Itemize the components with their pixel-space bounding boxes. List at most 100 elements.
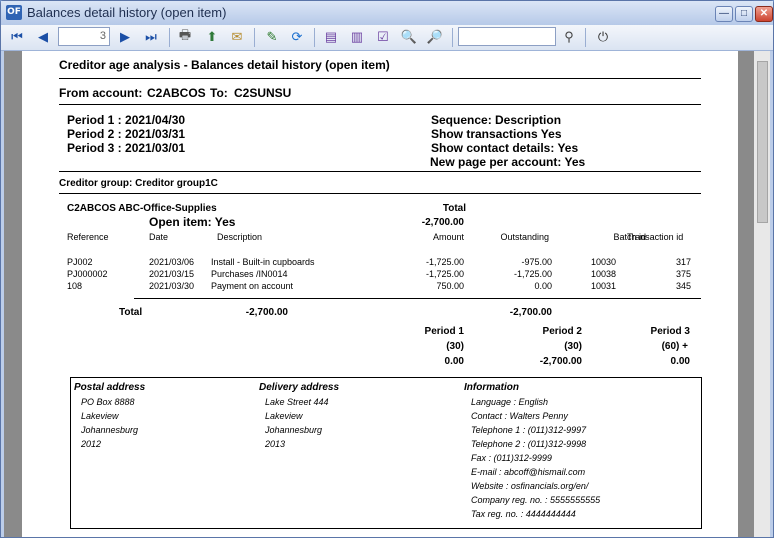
search-icon[interactable]: ⚲ — [560, 28, 578, 46]
search-input[interactable] — [458, 27, 556, 46]
row-outstanding: -975.00 — [521, 257, 552, 267]
separator — [585, 28, 586, 47]
postal-line: 2012 — [81, 439, 102, 449]
row-amount: 750.00 — [436, 281, 464, 291]
next-page-icon[interactable]: ▶ — [116, 28, 134, 46]
information-line: Contact : Walters Penny — [471, 411, 568, 421]
period-2: Period 2 : 2021/03/31 — [67, 127, 186, 141]
postal-line: PO Box 8888 — [81, 397, 135, 407]
divider — [59, 171, 701, 172]
total-label: Total — [119, 307, 143, 318]
divider — [59, 104, 701, 105]
divider — [59, 193, 701, 194]
row-transaction: 375 — [675, 269, 691, 279]
toolbar: ⏮ ◀ 3 ▶ ⏭ 🖶 ⬆ ✉ ✎ ⟳ ▤ ▥ ☑ 🔍 🔎 ⚲ ⏻ — [1, 25, 773, 51]
delivery-line: Lakeview — [265, 411, 303, 421]
power-icon[interactable]: ⏻ — [594, 28, 612, 46]
row-outstanding: -1,725.00 — [513, 269, 552, 279]
print-icon[interactable]: 🖶 — [176, 27, 194, 46]
separator — [169, 28, 170, 47]
information-line: Company reg. no. : 5555555555 — [471, 495, 601, 505]
separator — [254, 28, 255, 47]
row-outstanding: 0.00 — [534, 281, 552, 291]
postal-line: Johannesburg — [81, 425, 139, 435]
minimize-button[interactable]: — — [715, 6, 733, 22]
previous-page-icon[interactable]: ◀ — [34, 28, 52, 46]
row-date: 2021/03/15 — [149, 269, 195, 279]
report-heading: Creditor age analysis - Balances detail … — [59, 58, 390, 72]
row-amount: -1,725.00 — [425, 257, 464, 267]
title-bar[interactable]: OF Balances detail history (open item) —… — [1, 1, 773, 26]
aging-label-1: Period 1 — [424, 326, 464, 337]
delivery-address-title: Delivery address — [259, 382, 340, 393]
aging-days-1: (30) — [446, 341, 464, 352]
row-date: 2021/03/06 — [149, 257, 195, 267]
from-value: C2ABCOS — [147, 86, 206, 100]
zoom-in-icon[interactable]: 🔎 — [426, 28, 444, 46]
design-icon[interactable]: ✎ — [263, 28, 281, 46]
divider — [59, 78, 701, 79]
row-transaction: 345 — [675, 281, 691, 291]
option-show-contact: Show contact details: Yes — [431, 141, 579, 155]
aging-days-3: (60) + — [661, 341, 688, 352]
row-reference: 108 — [67, 281, 83, 291]
last-page-icon[interactable]: ⏭ — [142, 28, 160, 46]
maximize-button[interactable]: □ — [735, 6, 753, 22]
column-reference: Reference — [67, 232, 109, 242]
row-batch: 10030 — [590, 257, 616, 267]
information-line: Fax : (011)312-9999 — [471, 453, 552, 463]
row-reference: PJ000002 — [67, 269, 108, 279]
information-line: E-mail : abcoff@hismail.com — [471, 467, 586, 477]
row-description: Purchases /IN0014 — [211, 269, 288, 279]
option-show-transactions: Show transactions Yes — [431, 127, 562, 141]
row-reference: PJ002 — [67, 257, 93, 267]
total-header: Total — [442, 203, 466, 214]
option-sequence: Sequence: Description — [431, 113, 562, 127]
row-description: Payment on account — [211, 281, 294, 291]
aging-days-2: (30) — [564, 341, 582, 352]
to-value: C2SUNSU — [234, 86, 292, 100]
account-total: -2,700.00 — [421, 217, 464, 228]
information-line: Telephone 1 : (011)312-9997 — [471, 425, 587, 435]
row-amount: -1,725.00 — [425, 269, 464, 279]
window-title: Balances detail history (open item) — [27, 5, 227, 20]
email-icon[interactable]: ✉ — [228, 28, 246, 46]
export-icon[interactable]: ⬆ — [203, 28, 221, 46]
report-page: Creditor age analysis - Balances detail … — [22, 51, 738, 537]
aging-value-2: -2,700.00 — [539, 356, 582, 367]
whole-page-icon[interactable]: ☑ — [374, 28, 392, 46]
separator — [452, 28, 453, 47]
page-number-input[interactable]: 3 — [58, 27, 110, 46]
row-transaction: 317 — [675, 257, 691, 267]
zoom-out-icon[interactable]: 🔍 — [400, 28, 418, 46]
postal-address-title: Postal address — [74, 382, 146, 393]
period-3: Period 3 : 2021/03/01 — [67, 141, 186, 155]
refresh-icon[interactable]: ⟳ — [288, 28, 306, 46]
open-item: Open item: Yes — [149, 215, 236, 229]
total-outstanding: -2,700.00 — [509, 307, 552, 318]
postal-line: Lakeview — [81, 411, 119, 421]
aging-label-2: Period 2 — [542, 326, 582, 337]
report-window: OF Balances detail history (open item) —… — [0, 0, 774, 538]
report-viewer[interactable]: Creditor age analysis - Balances detail … — [4, 51, 770, 537]
information-title: Information — [464, 382, 519, 393]
aging-value-3: 0.00 — [670, 356, 690, 367]
page-width-icon[interactable]: ▥ — [348, 28, 366, 46]
aging-value-1: 0.00 — [444, 356, 464, 367]
column-transaction: Transaction id — [627, 232, 684, 242]
column-date: Date — [149, 232, 169, 242]
column-amount: Amount — [432, 232, 464, 242]
information-line: Tax reg. no. : 4444444444 — [471, 509, 576, 519]
delivery-line: 2013 — [265, 439, 286, 449]
scrollbar-thumb[interactable] — [757, 61, 768, 223]
close-button[interactable]: ✕ — [755, 6, 773, 22]
information-line: Website : osfinancials.org/en/ — [471, 481, 589, 491]
page-layout-icon[interactable]: ▤ — [322, 28, 340, 46]
column-outstanding: Outstanding — [500, 232, 549, 242]
from-label: From account: — [59, 86, 143, 100]
first-page-icon[interactable]: ⏮ — [8, 28, 26, 46]
period-1: Period 1 : 2021/04/30 — [67, 113, 186, 127]
divider — [134, 298, 701, 299]
to-label: To: — [210, 86, 228, 100]
vertical-scrollbar[interactable] — [754, 51, 770, 537]
